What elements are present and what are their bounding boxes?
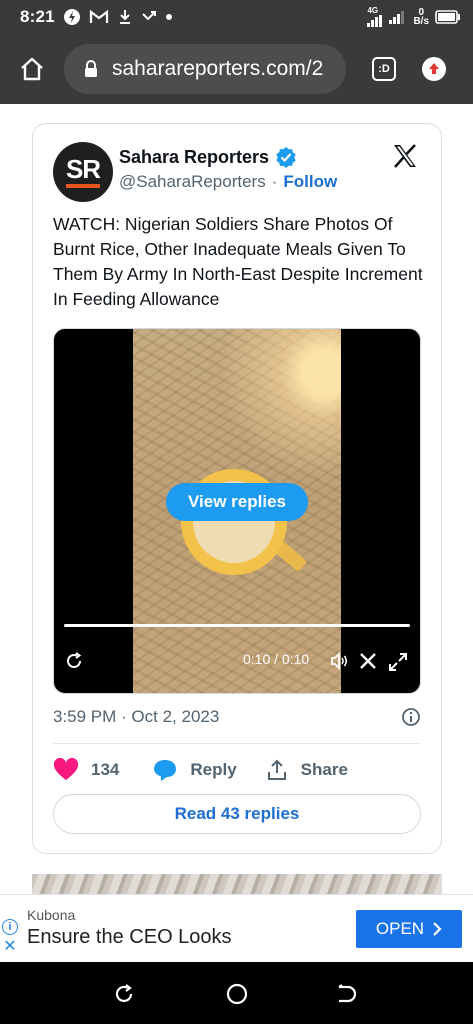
heart-icon	[53, 758, 79, 780]
tweet-timestamp[interactable]: 3:59 PM · Oct 2, 2023	[53, 707, 219, 727]
replay-icon	[67, 652, 82, 668]
separator: ·	[271, 172, 278, 191]
update-icon	[422, 57, 446, 81]
back-icon[interactable]	[335, 982, 359, 1006]
x-logo-small-icon	[360, 653, 376, 669]
system-indicators: 4G 0 B/s	[367, 7, 461, 27]
share-label: Share	[300, 760, 348, 779]
system-nav-bar	[0, 962, 473, 1024]
download-icon	[119, 10, 130, 24]
dot-icon	[165, 14, 172, 20]
tab-count: :D	[372, 57, 396, 81]
status-time: 8:21	[20, 7, 55, 26]
ad-close-icon[interactable]: ✕	[2, 939, 18, 955]
home-circle-icon[interactable]	[225, 982, 249, 1006]
verified-badge-icon	[276, 147, 296, 168]
ad-title[interactable]: Ensure the CEO Looks	[27, 926, 232, 949]
lock-icon	[85, 60, 97, 77]
net-speed-unit: B/s	[413, 16, 429, 27]
info-icon[interactable]	[401, 707, 421, 727]
volume-icon	[331, 651, 348, 671]
update-button[interactable]	[416, 51, 452, 87]
tweet-text: WATCH: Nigerian Soldiers Share Photos Of…	[53, 214, 423, 309]
ad-open-button[interactable]: OPEN	[356, 910, 462, 948]
author-name-row[interactable]: Sahara Reporters	[119, 146, 297, 168]
address-bar[interactable]: saharareporters.com/2	[64, 44, 346, 94]
home-button[interactable]	[12, 49, 52, 89]
signal-icon	[367, 15, 383, 27]
home-icon	[21, 57, 43, 81]
reply-bubble-icon	[154, 760, 177, 781]
avatar-underline	[66, 184, 100, 188]
ad-open-label: OPEN	[375, 919, 425, 938]
network-type: 4G	[367, 6, 379, 15]
like-button[interactable]: 134	[53, 758, 119, 782]
x-video-button[interactable]	[358, 651, 378, 671]
reply-label: Reply	[190, 760, 237, 779]
video-player[interactable]: View replies 0:10 / 0:10	[53, 328, 421, 694]
battery-icon	[435, 10, 460, 24]
signal-icon-2	[389, 11, 405, 24]
x-logo-icon[interactable]	[391, 142, 419, 170]
follow-button[interactable]: Follow	[283, 172, 337, 192]
tab-switcher-button[interactable]: :D	[366, 51, 402, 87]
fullscreen-button[interactable]	[387, 651, 409, 673]
avatar[interactable]: SR	[53, 142, 113, 202]
gmail-icon	[89, 9, 108, 23]
data-saver-icon	[63, 9, 80, 25]
divider	[53, 743, 421, 744]
ad-banner[interactable]: i ✕ Kubona Ensure the CEO Looks OPEN	[0, 894, 473, 962]
share-icon	[267, 759, 286, 780]
ad-choices[interactable]: i ✕	[2, 919, 20, 955]
like-count: 134	[91, 760, 120, 779]
share-button[interactable]: Share	[265, 758, 348, 782]
video-progress-bar[interactable]	[64, 624, 410, 627]
signal-group: 4G	[367, 7, 383, 27]
url-text: saharareporters.com/2	[112, 57, 324, 80]
browser-toolbar: saharareporters.com/2 :D	[0, 34, 473, 104]
ad-brand: Kubona	[27, 907, 76, 923]
ad-info-icon[interactable]: i	[2, 919, 18, 935]
volume-button[interactable]	[329, 651, 349, 671]
notification-icons	[63, 8, 173, 26]
status-bar: 8:21 4G 0 B/s	[0, 0, 473, 34]
handle-row: @SaharaReporters · Follow	[119, 172, 337, 192]
replay-button[interactable]	[64, 651, 84, 671]
chevron-right-icon	[433, 922, 442, 936]
video-time: 0:10 / 0:10	[243, 651, 310, 667]
author-handle[interactable]: @SaharaReporters	[119, 172, 266, 192]
tweet-meta: 3:59 PM · Oct 2, 2023	[53, 707, 421, 727]
view-replies-button[interactable]: View replies	[166, 483, 308, 521]
author-name: Sahara Reporters	[119, 146, 270, 167]
read-replies-button[interactable]: Read 43 replies	[53, 794, 421, 834]
tweet-actions: 134 Reply Share	[53, 756, 421, 784]
avatar-text: SR	[65, 154, 101, 184]
missed-call-icon	[142, 11, 156, 21]
net-speed: 0 B/s	[413, 8, 429, 27]
reply-button[interactable]: Reply	[152, 758, 237, 782]
fullscreen-icon	[389, 653, 407, 671]
recent-apps-icon[interactable]	[112, 982, 136, 1006]
tweet-embed[interactable]: SR Sahara Reporters @SaharaReporters · F…	[32, 123, 442, 854]
